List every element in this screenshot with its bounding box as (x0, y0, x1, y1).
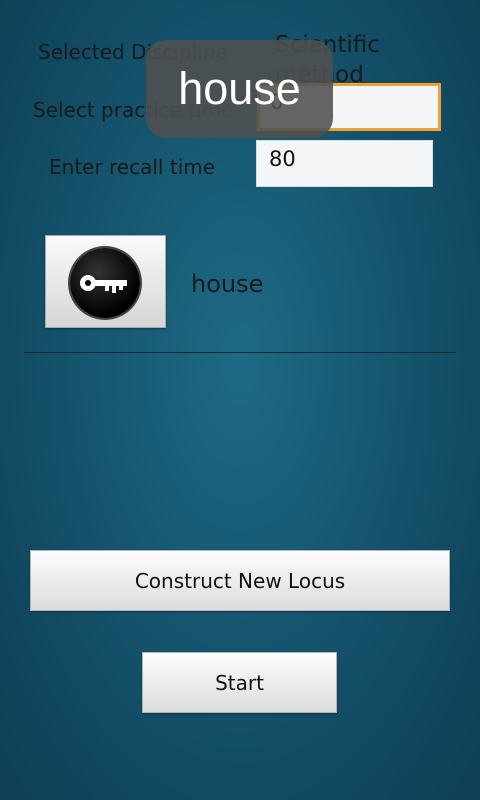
toast-message: house (146, 40, 333, 138)
start-button[interactable]: Start (142, 652, 337, 713)
divider (24, 352, 456, 353)
recall-time-input[interactable]: 80 (256, 140, 433, 187)
locus-name-label: house (191, 270, 264, 298)
recall-time-label: Enter recall time (49, 155, 216, 179)
construct-new-locus-button[interactable]: Construct New Locus (30, 550, 450, 611)
key-icon (70, 248, 140, 318)
locus-icon-button[interactable] (45, 235, 166, 328)
